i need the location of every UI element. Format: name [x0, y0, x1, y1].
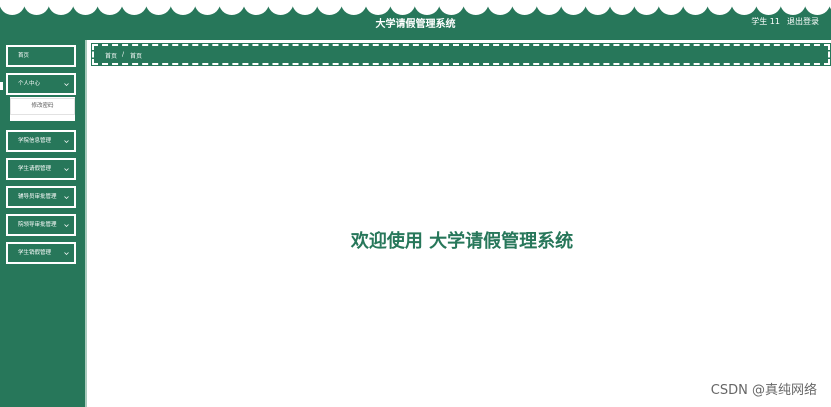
sidebar-item-label: 个人中心 — [18, 81, 41, 87]
sidebar-item-label: 辅导员审批管理 — [18, 194, 57, 200]
scallop-shape — [462, 0, 489, 15]
sidebar-item-home[interactable]: 首页 — [6, 45, 76, 67]
scallop-shape — [121, 0, 148, 15]
sidebar-item-leave-requests[interactable]: 学生请假管理 — [6, 158, 76, 180]
sidebar-item-personal-center[interactable]: 个人中心 — [6, 73, 76, 95]
current-user: 学生 11 — [751, 17, 780, 26]
sidebar-divider — [85, 40, 87, 407]
sidebar-item-label: 学生请假管理 — [18, 166, 52, 172]
breadcrumb: 首页 / 首页 — [91, 43, 831, 66]
scallop-shape — [170, 0, 196, 15]
scallop-shape — [0, 0, 26, 15]
scallop-shape — [23, 0, 50, 15]
scallop-shape — [780, 0, 806, 15]
scallop-shape — [96, 0, 123, 15]
scallop-shape — [316, 0, 343, 15]
logout-button[interactable]: 退出登录 — [787, 16, 819, 27]
sidebar-item-counselor-approval[interactable]: 辅导员审批管理 — [6, 186, 76, 208]
sidebar-item-college-info[interactable]: 学院信息管理 — [6, 130, 76, 152]
breadcrumb-current: 首页 — [130, 53, 143, 60]
scallop-shape — [414, 0, 440, 15]
scallop-shape — [804, 0, 831, 15]
scallop-shape — [706, 0, 733, 15]
scallop-shape — [267, 0, 294, 15]
watermark-text: CSDN @真纯网络 — [710, 383, 817, 398]
scallop-shape — [292, 0, 318, 15]
scallop-shape — [682, 0, 709, 15]
scallop-shape — [487, 0, 514, 15]
scallop-shape — [194, 0, 221, 15]
collapse-handle[interactable] — [0, 82, 3, 90]
sidebar-item-label: 首页 — [18, 53, 30, 59]
chevron-down-icon — [64, 83, 69, 87]
scallop-shape — [658, 0, 684, 15]
scallop-shape — [755, 0, 782, 15]
scallop-shape — [365, 0, 392, 15]
scallop-shape — [560, 0, 587, 15]
chevron-down-icon — [64, 196, 69, 200]
scallop-shape — [731, 0, 758, 15]
app-title: 大学请假管理系统 — [375, 19, 456, 30]
top-header: 大学请假管理系统 学生 11 退出登录 — [0, 0, 831, 40]
scallop-shape — [48, 0, 74, 15]
scallop-shape — [609, 0, 636, 15]
scallop-shape — [243, 0, 270, 15]
chevron-down-icon — [64, 168, 69, 172]
app-page: 大学请假管理系统 学生 11 退出登录 首页 个人中心 修改密码 学院信息管理 … — [0, 0, 831, 407]
scallop-shape — [633, 0, 660, 15]
scallop-shape — [340, 0, 367, 15]
chevron-down-icon — [64, 140, 69, 144]
scallop-shape — [584, 0, 611, 15]
breadcrumb-home-link[interactable]: 首页 — [105, 51, 117, 60]
sidebar-item-label: 学院信息管理 — [18, 138, 52, 144]
sidebar-item-change-password[interactable]: 修改密码 — [10, 98, 75, 115]
scallop-shape — [536, 0, 562, 15]
scallop-shape — [389, 0, 416, 15]
scallop-shape — [511, 0, 538, 15]
personal-center-submenu: 修改密码 — [10, 97, 75, 121]
scallop-shape — [438, 0, 465, 15]
scallop-shape — [218, 0, 245, 15]
scallop-shape — [72, 0, 99, 15]
scallop-shape — [145, 0, 172, 15]
welcome-heading: 欢迎使用 大学请假管理系统 — [350, 231, 574, 252]
breadcrumb-separator: / — [122, 51, 125, 58]
